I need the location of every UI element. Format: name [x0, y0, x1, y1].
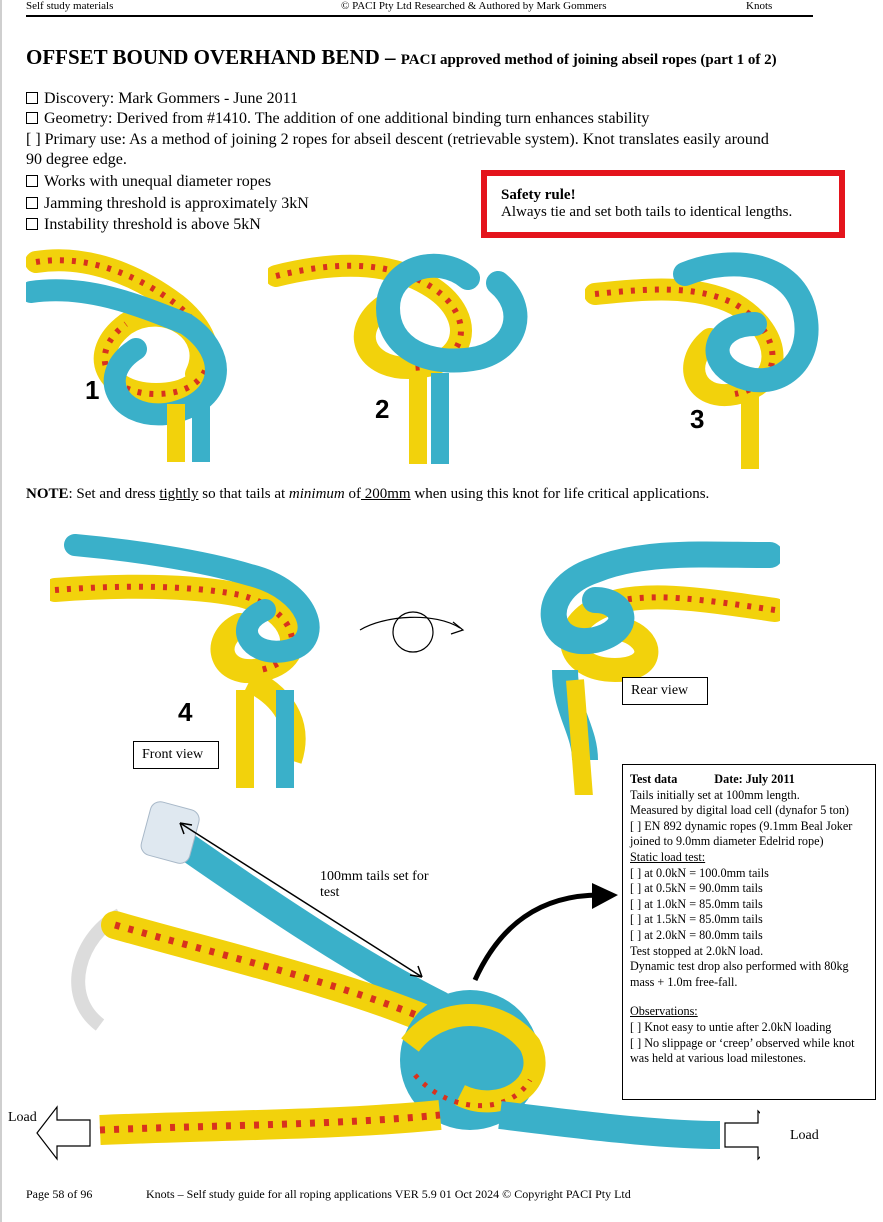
step-number-4: 4 — [178, 697, 193, 727]
bullet-text: Geometry: Derived from #1410. The additi… — [44, 110, 650, 127]
static-line: [ ] at 0.0kN = 100.0mm tails — [630, 865, 769, 880]
static-line: [ ] at 2.0kN = 80.0mm tails — [630, 927, 763, 942]
title-sub: PACI approved method of joining abseil r… — [400, 52, 777, 68]
test-title: Test data — [630, 772, 678, 786]
safety-text: Always tie and set both tails to identic… — [501, 204, 793, 220]
checkbox-icon — [26, 218, 38, 230]
observations-heading: Observations: — [630, 1004, 698, 1019]
test-date: Date: July 2011 — [714, 772, 795, 786]
step-number-2: 2 — [375, 394, 390, 424]
bullet-text: Jamming threshold is approximately 3kN — [44, 195, 309, 212]
test-line: Measured by digital load cell (dynafor 5… — [630, 803, 849, 818]
note-label: NOTE — [26, 486, 69, 502]
note-text: when using this knot for life critical a… — [410, 486, 710, 502]
note-tightly: tightly — [159, 486, 199, 502]
rotate-arrow-icon — [355, 600, 470, 660]
header-left: Self study materials — [26, 0, 114, 12]
test-data-box: Test data Date: July 2011 Tails initially… — [622, 764, 876, 1100]
observation-line: [ ] Knot easy to untie after 2.0kN loadi… — [630, 1019, 832, 1034]
note-text: of — [344, 486, 362, 502]
note-text: : Set and dress — [68, 486, 160, 502]
header-right: Knots — [746, 0, 773, 12]
bullet-primary-use-cont: 90 degree edge. — [26, 151, 127, 168]
static-line: [ ] at 1.0kN = 85.0mm tails — [630, 896, 763, 911]
rear-view-label: Rear view — [622, 677, 708, 705]
page-edge — [0, 0, 2, 1222]
static-line: Dynamic test drop also performed with 80… — [630, 959, 849, 989]
static-line: [ ] at 1.5kN = 85.0mm tails — [630, 912, 763, 927]
knot-photo-step-1 — [26, 244, 256, 462]
page-title: OFFSET BOUND OVERHAND BEND – PACI approv… — [26, 45, 777, 70]
checkbox-icon — [26, 197, 38, 209]
load-right-label: Load — [790, 1128, 819, 1143]
test-line: [ ] EN 892 dynamic ropes (9.1mm Beal Jok… — [630, 818, 853, 849]
note-minimum: minimum — [288, 486, 345, 502]
checkbox-icon — [26, 175, 38, 187]
footer-text: Knots – Self study guide for all roping … — [146, 1187, 631, 1201]
bullet-jamming: Jamming threshold is approximately 3kN — [26, 195, 309, 213]
load-left-label: Load — [8, 1110, 37, 1125]
static-line: Test stopped at 2.0kN load. — [630, 943, 764, 958]
header-center: © PACI Pty Ltd Researched & Authored by … — [341, 0, 607, 12]
knot-photo-step-3 — [585, 244, 820, 469]
footer-page: Page 58 of 96 — [26, 1187, 93, 1201]
test-header: Test data Date: July 2011 — [630, 772, 868, 788]
bullet-text: Works with unequal diameter ropes — [44, 173, 272, 190]
safety-heading: Safety rule! — [501, 187, 576, 203]
step-number-3: 3 — [690, 404, 705, 434]
bullet-geometry: Geometry: Derived from #1410. The additi… — [26, 110, 649, 128]
knot-photo-step-2 — [268, 238, 538, 464]
front-view-label: Front view — [133, 741, 219, 769]
note-text: so that tails at — [198, 486, 289, 502]
bullet-unequal: Works with unequal diameter ropes — [26, 173, 271, 191]
bullet-instability: Instability threshold is above 5kN — [26, 216, 261, 234]
observation-line: [ ] No slippage or ‘creep’ observed whil… — [630, 1035, 855, 1066]
safety-rule-box: Safety rule! Always tie and set both tai… — [481, 170, 845, 238]
step-number-1: 1 — [85, 375, 100, 405]
bullet-text: Instability threshold is above 5kN — [44, 216, 261, 233]
bullet-primary-use: [ ] Primary use: As a method of joining … — [26, 131, 769, 148]
checkbox-icon — [26, 112, 38, 124]
tails-annotation: 100mm tails set for test — [320, 869, 429, 900]
title-main: OFFSET BOUND OVERHAND BEND – — [26, 45, 401, 69]
header-rule — [26, 15, 813, 17]
checkbox-icon — [26, 92, 38, 104]
static-load-heading: Static load test: — [630, 849, 706, 864]
bullet-discovery: Discovery: Mark Gommers - June 2011 — [26, 90, 298, 108]
bullet-text: Discovery: Mark Gommers - June 2011 — [44, 90, 299, 107]
test-line: Tails initially set at 100mm length. — [630, 787, 800, 802]
static-line: [ ] at 0.5kN = 90.0mm tails — [630, 881, 763, 896]
note-200mm: 200mm — [361, 486, 411, 502]
note-line: NOTE: Set and dress tightly so that tail… — [26, 486, 709, 503]
